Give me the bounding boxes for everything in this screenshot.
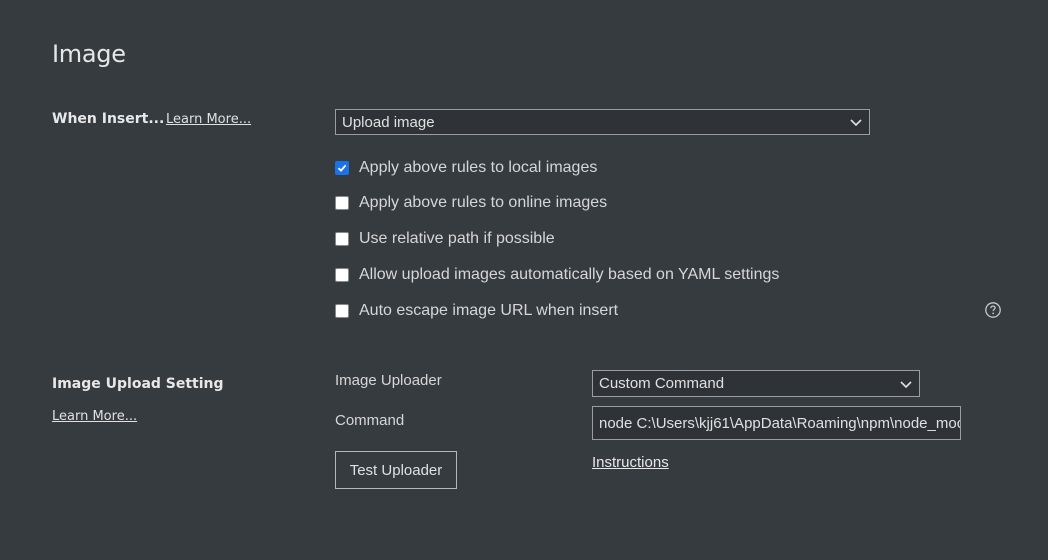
option-relative-path[interactable]: Use relative path if possible <box>335 230 555 248</box>
command-input-value: node C:\Users\kjj61\AppData\Roaming\npm\… <box>599 414 961 432</box>
when-insert-label: When Insert... <box>52 111 165 127</box>
checkbox-local-images[interactable] <box>335 161 349 175</box>
when-insert-dropdown[interactable]: Upload image <box>335 109 870 135</box>
image-uploader-dropdown-value: Custom Command <box>599 375 725 392</box>
instructions-link[interactable]: Instructions <box>592 454 669 471</box>
checkbox-online-images[interactable] <box>335 196 349 210</box>
option-online-images[interactable]: Apply above rules to online images <box>335 194 607 212</box>
command-label: Command <box>335 412 405 429</box>
upload-setting-learn-more-link[interactable]: Learn More... <box>52 409 137 424</box>
image-uploader-label: Image Uploader <box>335 372 442 389</box>
option-escape-url-label: Auto escape image URL when insert <box>359 302 619 319</box>
option-online-images-label: Apply above rules to online images <box>359 194 608 211</box>
option-local-images[interactable]: Apply above rules to local images <box>335 159 597 177</box>
question-circle-icon[interactable] <box>984 301 1002 319</box>
checkbox-yaml-upload[interactable] <box>335 268 349 282</box>
checkmark-icon <box>337 164 347 172</box>
checkbox-relative-path[interactable] <box>335 232 349 246</box>
when-insert-dropdown-value: Upload image <box>342 113 435 131</box>
image-uploader-dropdown[interactable]: Custom Command <box>592 370 920 397</box>
chevron-down-icon <box>900 380 912 388</box>
checkbox-escape-url[interactable] <box>335 304 349 318</box>
image-upload-setting-label: Image Upload Setting <box>52 376 224 392</box>
option-yaml-upload-label: Allow upload images automatically based … <box>359 266 780 283</box>
option-relative-path-label: Use relative path if possible <box>359 230 555 247</box>
page-title: Image <box>52 40 126 68</box>
when-insert-learn-more-link[interactable]: Learn More... <box>166 112 251 127</box>
command-input[interactable]: node C:\Users\kjj61\AppData\Roaming\npm\… <box>592 406 961 440</box>
option-escape-url[interactable]: Auto escape image URL when insert <box>335 302 618 320</box>
chevron-down-icon <box>850 119 862 127</box>
image-preferences-panel: Image When Insert... Learn More... Uploa… <box>0 0 1048 560</box>
option-yaml-upload[interactable]: Allow upload images automatically based … <box>335 266 779 284</box>
option-local-images-label: Apply above rules to local images <box>359 159 598 176</box>
test-uploader-button[interactable]: Test Uploader <box>335 451 457 489</box>
